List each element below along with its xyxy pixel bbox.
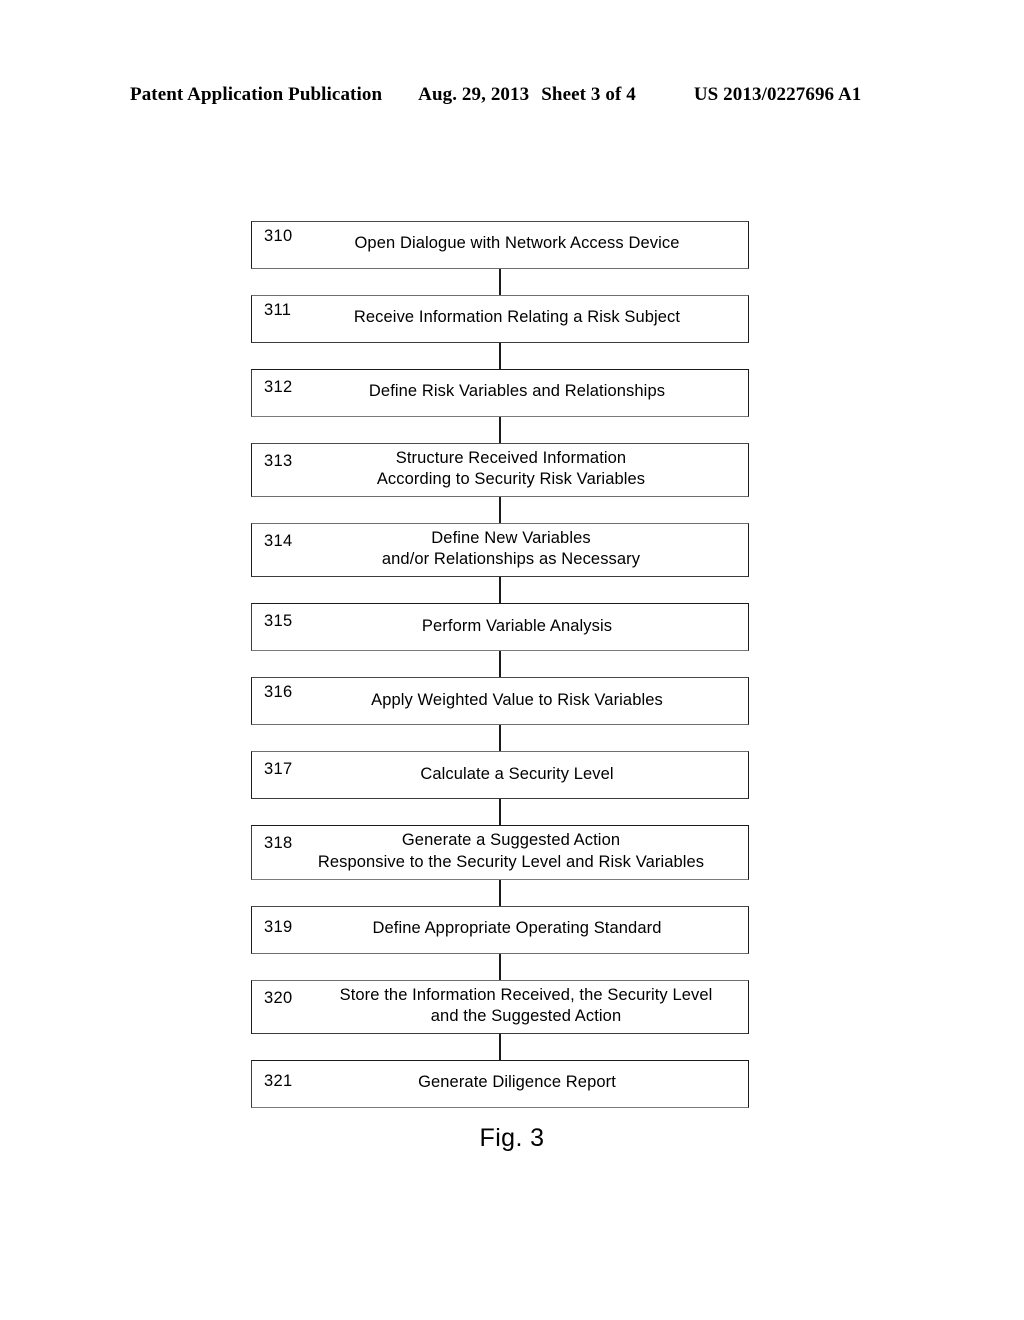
flowchart-step-315: 315 Perform Variable Analysis: [251, 603, 749, 652]
page-header: Patent Application Publication Aug. 29, …: [130, 84, 890, 110]
flowchart-node-box: 317 Calculate a Security Level: [251, 751, 749, 800]
flowchart-connector: [499, 1033, 501, 1060]
flowchart-node-reference-number: 314: [264, 532, 293, 551]
flowchart-node-reference-number: 317: [264, 760, 293, 779]
flowchart-node-label-line: and the Suggested Action: [430, 1006, 622, 1025]
flowchart-connector: [499, 799, 501, 826]
flowchart-connector: [499, 343, 501, 369]
flowchart-node-label: Store the Information Received, the Secu…: [258, 985, 742, 1027]
flowchart-node-label-line: Store the Information Received, the Secu…: [339, 985, 713, 1004]
flowchart-step-313: 313 Structure Received Information Accordi…: [251, 443, 749, 498]
flowchart-node-label: Receive Information Relating a Risk Subj…: [258, 307, 742, 328]
flowchart-node-label-line: Calculate a Security Level: [420, 764, 614, 783]
flowchart-node-label-line: Responsive to the Security Level and Ris…: [317, 852, 705, 871]
flowchart-node-box: 312 Define Risk Variables and Relationshi…: [251, 369, 749, 417]
flowchart-node-box: 320 Store the Information Received, the S…: [251, 979, 749, 1034]
flowchart-node-label: Define Risk Variables and Relationships: [258, 381, 742, 402]
flowchart-diagram: 310 Open Dialogue with Network Access Dev…: [251, 221, 749, 1108]
flowchart-node-reference-number: 312: [264, 378, 293, 396]
flowchart-node-label-line: According to Security Risk Variables: [376, 470, 646, 489]
flowchart-node-label-line: Generate Diligence Report: [418, 1073, 616, 1092]
flowchart-node-box: 310 Open Dialogue with Network Access Dev…: [251, 221, 749, 269]
flowchart-step-312: 312 Define Risk Variables and Relationshi…: [251, 369, 749, 417]
flowchart-node-reference-number: 319: [264, 917, 293, 936]
flowchart-node-reference-number: 320: [264, 988, 293, 1007]
flowchart-step-317: 317 Calculate a Security Level: [251, 751, 749, 800]
header-publication-title: Patent Application Publication: [130, 84, 383, 105]
flowchart-node-label-line: Perform Variable Analysis: [421, 616, 613, 635]
flowchart-node-reference-number: 311: [264, 301, 292, 319]
flowchart-node-box: 321 Generate Diligence Report: [251, 1059, 749, 1108]
flowchart-connector: [499, 879, 501, 906]
flowchart-connector: [499, 651, 501, 678]
flowchart-connector: [499, 417, 501, 443]
flowchart-node-label: Generate a Suggested Action Responsive to…: [258, 830, 742, 872]
flowchart-node-label: Open Dialogue with Network Access Device: [258, 233, 742, 254]
flowchart-node-box: 313 Structure Received Information Accordi…: [251, 443, 749, 498]
figure-caption: Fig. 3: [479, 1124, 545, 1152]
flowchart-node-label-line: Structure Received Information: [395, 449, 627, 467]
flowchart-connector: [499, 953, 501, 980]
flowchart-node-label-line: Receive Information Relating a Risk Subj…: [353, 308, 681, 327]
flowchart-node-label: Perform Variable Analysis: [258, 616, 742, 637]
flowchart-step-316: 316 Apply Weighted Value to Risk Variable…: [251, 677, 749, 726]
flowchart-node-box: 314 Define New Variables and/or Relationsh…: [251, 523, 749, 578]
flowchart-node-reference-number: 315: [264, 612, 293, 631]
flowchart-node-label-line: Define Risk Variables and Relationships: [368, 382, 666, 401]
flowchart-connector: [499, 497, 501, 524]
flowchart-node-reference-number: 316: [264, 683, 293, 702]
flowchart-node-reference-number: 313: [264, 452, 293, 470]
flowchart-node-reference-number: 321: [264, 1071, 293, 1090]
flowchart-node-box: 318 Generate a Suggested Action Responsive…: [251, 825, 749, 880]
flowchart-node-box: 311 Receive Information Relating a Risk S…: [251, 295, 749, 343]
flowchart-step-319: 319 Define Appropriate Operating Standard: [251, 905, 749, 954]
flowchart-node-label: Generate Diligence Report: [258, 1072, 742, 1093]
flowchart-node-box: 315 Perform Variable Analysis: [251, 603, 749, 652]
flowchart-step-310: 310 Open Dialogue with Network Access Dev…: [251, 221, 749, 269]
flowchart-step-320: 320 Store the Information Received, the S…: [251, 979, 749, 1034]
flowchart-node-box: 316 Apply Weighted Value to Risk Variable…: [251, 677, 749, 726]
flowchart-node-label: Structure Received Information According …: [258, 448, 742, 490]
flowchart-node-label: Apply Weighted Value to Risk Variables: [258, 690, 742, 711]
flowchart-connector: [499, 577, 501, 604]
flowchart-step-318: 318 Generate a Suggested Action Responsive…: [251, 825, 749, 880]
flowchart-node-box: 319 Define Appropriate Operating Standard: [251, 905, 749, 954]
flowchart-node-label: Calculate a Security Level: [258, 764, 742, 785]
flowchart-node-label-line: Apply Weighted Value to Risk Variables: [371, 690, 663, 709]
flowchart-step-321: 321 Generate Diligence Report: [251, 1059, 749, 1108]
flowchart-step-314: 314 Define New Variables and/or Relationsh…: [251, 523, 749, 578]
flowchart-connector: [499, 725, 501, 752]
header-publication-date: Aug. 29, 2013: [418, 84, 530, 105]
flowchart-node-label-line: Open Dialogue with Network Access Device: [354, 234, 680, 253]
flowchart-node-reference-number: 318: [264, 834, 293, 853]
flowchart-node-label-line: Generate a Suggested Action: [401, 831, 621, 850]
flowchart-node-label-line: Define New Variables: [431, 529, 591, 548]
flowchart-node-label: Define Appropriate Operating Standard: [258, 918, 742, 939]
header-patent-number: US 2013/0227696 A1: [693, 84, 862, 105]
flowchart-step-311: 311 Receive Information Relating a Risk S…: [251, 295, 749, 343]
flowchart-node-label: Define New Variables and/or Relationships…: [258, 528, 742, 570]
flowchart-node-label-line: Define Appropriate Operating Standard: [372, 919, 662, 938]
flowchart-node-reference-number: 310: [264, 227, 293, 245]
header-sheet-number: Sheet 3 of 4: [541, 84, 636, 105]
flowchart-connector: [499, 269, 501, 295]
flowchart-node-label-line: and/or Relationships as Necessary: [381, 550, 641, 569]
